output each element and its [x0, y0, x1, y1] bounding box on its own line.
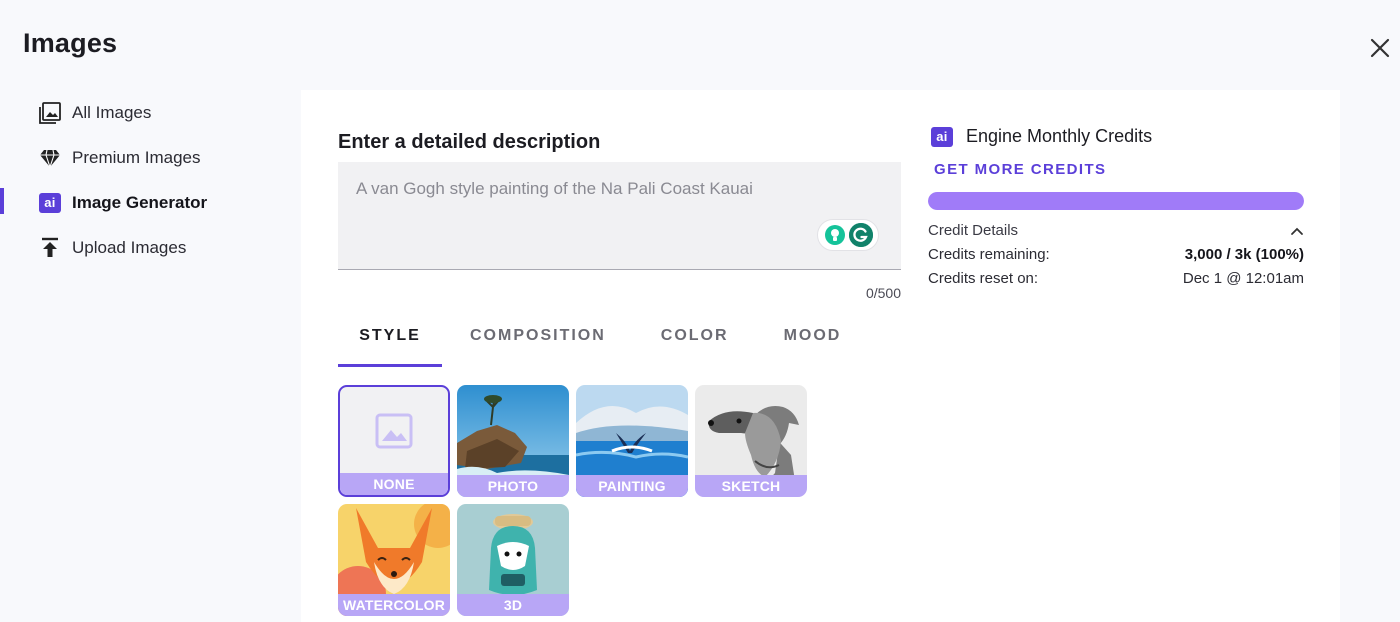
style-option-watercolor[interactable]: WATERCOLOR: [338, 504, 450, 616]
credits-remaining-label: Credits remaining:: [928, 246, 1050, 263]
tab-mood[interactable]: MOOD: [784, 317, 842, 367]
style-option-label: WATERCOLOR: [338, 594, 450, 616]
credits-progress-bar: [928, 192, 1304, 210]
credits-title: Engine Monthly Credits: [966, 126, 1153, 146]
credit-details-label: Credit Details: [928, 222, 1019, 239]
ai-icon: ai: [931, 126, 953, 147]
credits-panel: ai Engine Monthly Credits GET MORE CREDI…: [928, 126, 1304, 287]
sidebar-item-image-generator[interactable]: ai Image Generator: [0, 180, 290, 225]
sidebar-item-label: Image Generator: [72, 192, 208, 212]
ai-icon: ai: [38, 191, 62, 215]
credit-details-toggle[interactable]: Credit Details: [928, 222, 1304, 239]
chevron-up-icon[interactable]: [1290, 226, 1304, 236]
grammarly-widget[interactable]: [817, 219, 879, 251]
style-option-3d[interactable]: 3D: [457, 504, 569, 616]
style-option-label: PHOTO: [457, 475, 569, 497]
diamond-icon: [38, 146, 62, 170]
close-button[interactable]: [1366, 34, 1394, 62]
description-input[interactable]: A van Gogh style painting of the Na Pali…: [338, 162, 901, 270]
style-option-painting[interactable]: PAINTING: [576, 385, 688, 497]
lightbulb-icon[interactable]: [823, 223, 847, 247]
sidebar-item-premium-images[interactable]: Premium Images: [0, 135, 290, 180]
style-option-label: NONE: [340, 473, 448, 495]
page-title: Images: [23, 28, 118, 58]
upload-icon: [38, 236, 62, 260]
style-option-none[interactable]: NONE: [338, 385, 450, 497]
description-label: Enter a detailed description: [338, 131, 601, 153]
gallery-icon: [38, 101, 62, 125]
style-option-label: PAINTING: [576, 475, 688, 497]
sidebar-item-all-images[interactable]: All Images: [0, 90, 290, 135]
credits-remaining-value: 3,000 / 3k (100%): [1184, 246, 1304, 263]
style-tabs: STYLE COMPOSITION COLOR MOOD: [338, 317, 841, 367]
credits-reset-label: Credits reset on:: [928, 270, 1039, 287]
tab-composition[interactable]: COMPOSITION: [470, 317, 606, 367]
style-option-label: SKETCH: [695, 475, 807, 497]
character-counter: 0/500: [865, 285, 901, 301]
close-icon[interactable]: [1370, 38, 1390, 58]
style-option-photo[interactable]: PHOTO: [457, 385, 569, 497]
tab-style[interactable]: STYLE: [338, 317, 442, 367]
credits-progress-fill: [928, 192, 1304, 210]
sidebar: All Images Premium Images ai Image Gener…: [0, 90, 290, 270]
credits-reset-row: Credits reset on: Dec 1 @ 12:01am: [928, 270, 1304, 287]
sidebar-item-label: Upload Images: [72, 237, 187, 257]
sidebar-item-label: All Images: [72, 102, 152, 122]
description-placeholder: A van Gogh style painting of the Na Pali…: [356, 179, 753, 198]
style-option-sketch[interactable]: SKETCH: [695, 385, 807, 497]
ai-badge: ai: [39, 192, 61, 213]
generator-panel: Enter a detailed description A van Gogh …: [301, 90, 1340, 622]
credits-header: ai Engine Monthly Credits: [928, 126, 1304, 147]
sidebar-item-label: Premium Images: [72, 147, 201, 167]
tab-color[interactable]: COLOR: [661, 317, 729, 367]
sidebar-item-upload-images[interactable]: Upload Images: [0, 225, 290, 270]
credits-reset-value: Dec 1 @ 12:01am: [1182, 270, 1304, 287]
credits-remaining-row: Credits remaining: 3,000 / 3k (100%): [928, 246, 1304, 263]
get-more-credits-link[interactable]: GET MORE CREDITS: [934, 161, 1106, 178]
style-option-label: 3D: [457, 594, 569, 616]
grammarly-icon[interactable]: [849, 223, 873, 247]
